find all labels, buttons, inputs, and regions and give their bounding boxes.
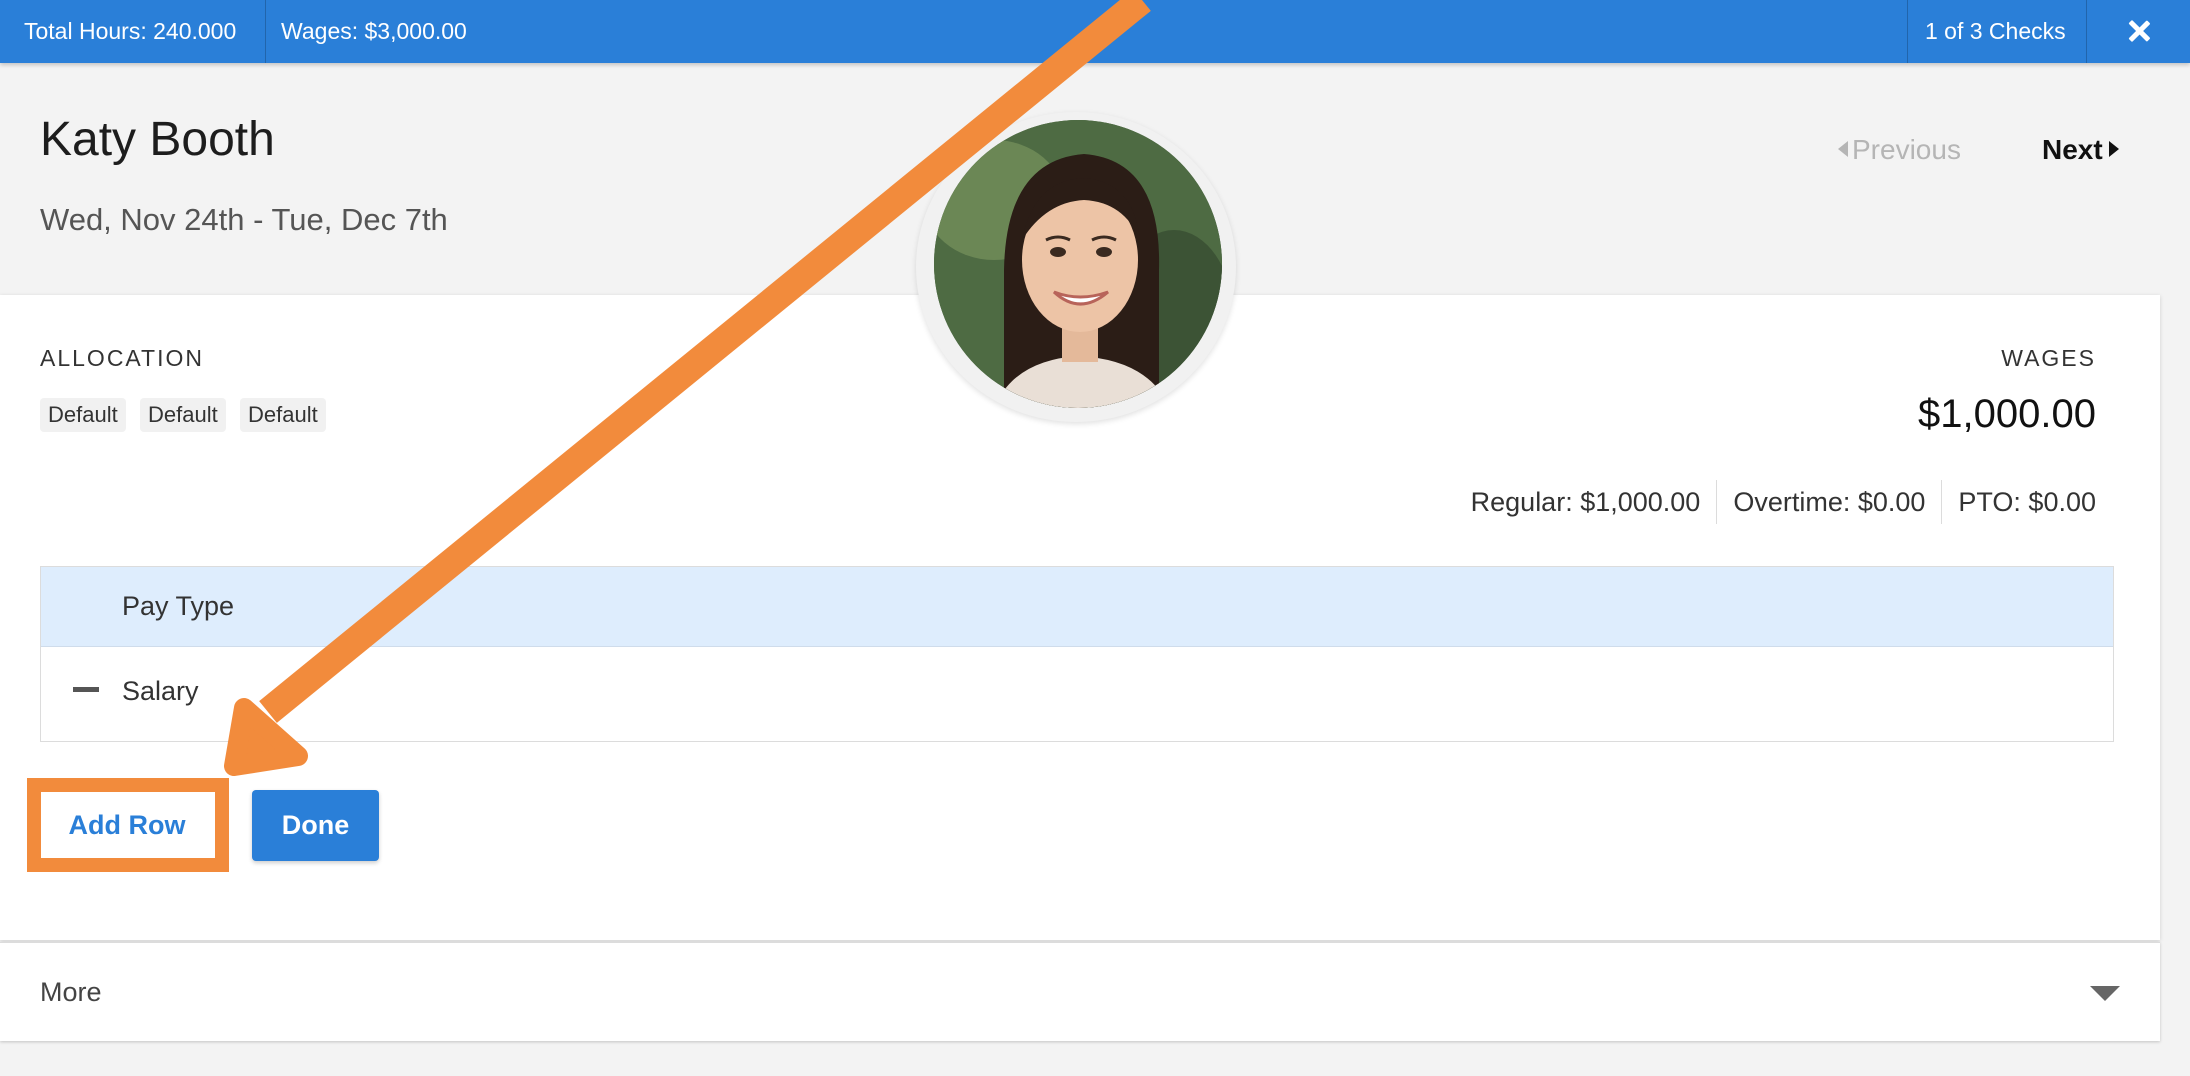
previous-label: Previous — [1852, 134, 1961, 165]
allocation-label: ALLOCATION — [40, 345, 204, 371]
allocation-chip: Default — [40, 398, 126, 432]
divider — [1907, 0, 1908, 63]
column-header-pay-type: Pay Type — [122, 591, 235, 621]
next-label: Next — [2042, 134, 2103, 165]
wages-amount: $1,000.00 — [1918, 392, 2096, 436]
previous-button[interactable]: Previous — [1838, 134, 1961, 166]
allocation-chip: Default — [240, 398, 326, 432]
caret-left-icon — [1838, 141, 1848, 157]
next-button[interactable]: Next — [2042, 134, 2119, 166]
pto-wages: PTO: $0.00 — [1941, 480, 2096, 524]
close-icon[interactable] — [2124, 12, 2154, 50]
wage-breakdown: Regular: $1,000.00 Overtime: $0.00 PTO: … — [1455, 480, 2096, 524]
table-header: Pay Type — [41, 567, 2113, 647]
chevron-down-icon — [2090, 986, 2120, 1001]
total-hours: Total Hours: 240.000 — [24, 18, 237, 44]
divider — [2086, 0, 2087, 63]
table-row: Salary — [41, 647, 2113, 741]
pay-type-table: Pay Type Salary — [40, 566, 2114, 742]
done-button[interactable]: Done — [252, 790, 379, 861]
caret-right-icon — [2108, 141, 2119, 157]
add-row-button[interactable]: Add Row — [44, 790, 210, 861]
pay-period: Wed, Nov 24th - Tue, Dec 7th — [40, 202, 448, 237]
divider — [265, 0, 266, 63]
remove-row-icon[interactable] — [73, 687, 99, 692]
allocation-chip: Default — [140, 398, 226, 432]
wages-label: WAGES — [2001, 345, 2096, 371]
check-counter: 1 of 3 Checks — [1925, 18, 2066, 44]
employee-name: Katy Booth — [40, 113, 275, 166]
total-wages: Wages: $3,000.00 — [281, 18, 467, 44]
avatar-portrait — [934, 120, 1222, 408]
more-label: More — [40, 977, 102, 1007]
overtime-wages: Overtime: $0.00 — [1716, 480, 1941, 524]
regular-wages: Regular: $1,000.00 — [1470, 487, 1701, 517]
avatar — [934, 120, 1222, 408]
pay-type-value: Salary — [122, 676, 199, 706]
summary-bar: Total Hours: 240.000 Wages: $3,000.00 1 … — [0, 0, 2190, 63]
more-section-toggle[interactable]: More — [0, 942, 2160, 1041]
